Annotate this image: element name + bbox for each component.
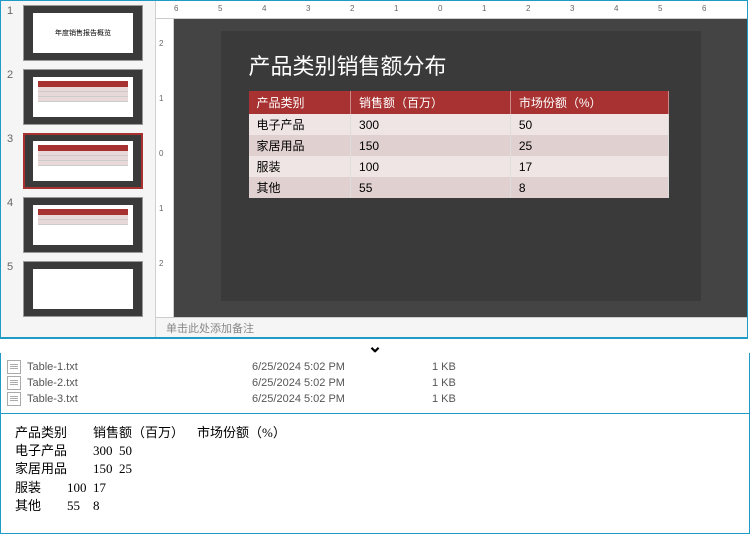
table-cell: 17 — [510, 156, 668, 177]
table-cell: 服装 — [249, 156, 351, 177]
table-cell: 8 — [510, 177, 668, 198]
file-size: 1 KB — [432, 393, 492, 405]
table-cell: 300 — [351, 114, 511, 135]
thumb-number: 1 — [7, 5, 17, 61]
table-row: 服装10017 — [249, 156, 669, 177]
table-header-cell: 市场份额（%） — [510, 91, 668, 114]
thumb-number: 5 — [7, 261, 17, 317]
file-name: Table-1.txt — [27, 361, 252, 373]
current-slide: 产品类别销售额分布 产品类别销售额（百万）市场份额（%） 电子产品30050家居… — [221, 31, 701, 301]
table-cell: 其他 — [249, 177, 351, 198]
file-date: 6/25/2024 5:02 PM — [252, 393, 432, 405]
table-header-cell: 销售额（百万） — [351, 91, 511, 114]
file-row[interactable]: Table-1.txt6/25/2024 5:02 PM1 KB — [3, 359, 747, 375]
chevron-down-icon: ⌄ — [0, 339, 750, 353]
table-header-cell: 产品类别 — [249, 91, 351, 114]
file-list: Table-1.txt6/25/2024 5:02 PM1 KBTable-2.… — [0, 353, 750, 414]
slide-thumbnail-panel: 1 年度销售报告概览 2 3 4 5 — [1, 1, 156, 337]
thumb-number: 3 — [7, 133, 17, 189]
slide-thumbnail-2[interactable] — [23, 69, 143, 125]
notes-pane[interactable]: 单击此处添加备注 — [156, 317, 747, 337]
table-cell: 150 — [351, 135, 511, 156]
table-row: 电子产品30050 — [249, 114, 669, 135]
file-name: Table-2.txt — [27, 377, 252, 389]
file-icon — [7, 376, 21, 390]
slide-canvas[interactable]: 产品类别销售额分布 产品类别销售额（百万）市场份额（%） 电子产品30050家居… — [174, 19, 747, 317]
table-row: 家居用品15025 — [249, 135, 669, 156]
table-cell: 家居用品 — [249, 135, 351, 156]
file-icon — [7, 360, 21, 374]
file-date: 6/25/2024 5:02 PM — [252, 377, 432, 389]
table-cell: 50 — [510, 114, 668, 135]
thumb-number: 2 — [7, 69, 17, 125]
table-cell: 电子产品 — [249, 114, 351, 135]
slide-thumbnail-3[interactable] — [23, 133, 143, 189]
vertical-ruler: 21012 — [156, 19, 174, 317]
slide-thumbnail-5[interactable] — [23, 261, 143, 317]
file-content-preview: 产品类别 销售额（百万） 市场份额（%） 电子产品 300 50 家居用品 15… — [0, 414, 750, 534]
horizontal-ruler: 6543210123456 — [156, 1, 747, 19]
table-cell: 55 — [351, 177, 511, 198]
file-icon — [7, 392, 21, 406]
slide-thumbnail-1[interactable]: 年度销售报告概览 — [23, 5, 143, 61]
thumb-number: 4 — [7, 197, 17, 253]
table-row: 其他558 — [249, 177, 669, 198]
slide-thumbnail-4[interactable] — [23, 197, 143, 253]
file-row[interactable]: Table-3.txt6/25/2024 5:02 PM1 KB — [3, 391, 747, 407]
table-cell: 25 — [510, 135, 668, 156]
file-size: 1 KB — [432, 361, 492, 373]
file-name: Table-3.txt — [27, 393, 252, 405]
file-size: 1 KB — [432, 377, 492, 389]
slide-table[interactable]: 产品类别销售额（百万）市场份额（%） 电子产品30050家居用品15025服装1… — [249, 91, 669, 198]
slide-title[interactable]: 产品类别销售额分布 — [221, 31, 701, 91]
table-cell: 100 — [351, 156, 511, 177]
file-row[interactable]: Table-2.txt6/25/2024 5:02 PM1 KB — [3, 375, 747, 391]
file-date: 6/25/2024 5:02 PM — [252, 361, 432, 373]
